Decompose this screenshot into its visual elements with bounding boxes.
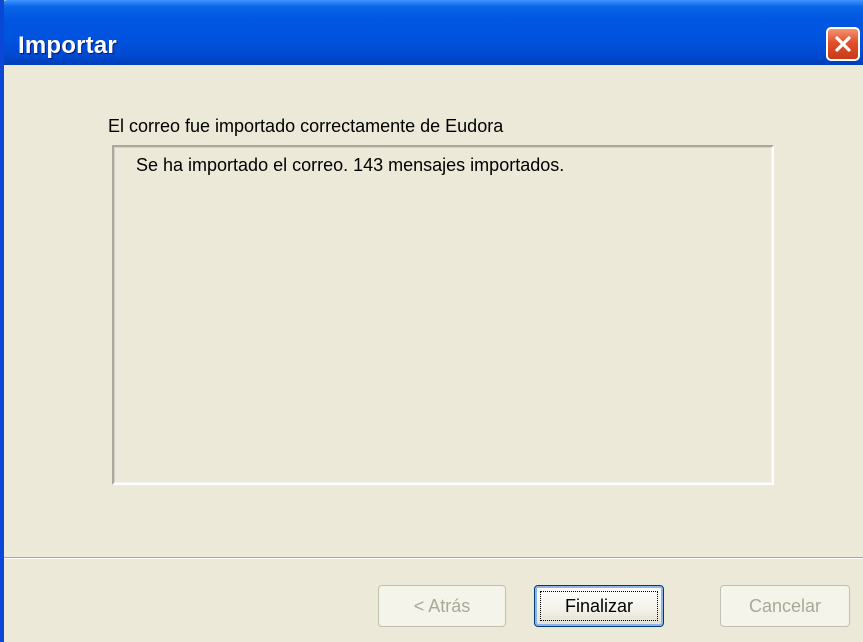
finish-button[interactable]: Finalizar [534, 585, 664, 627]
import-result-text: Se ha importado el correo. 143 mensajes … [136, 155, 565, 175]
window-title: Importar [18, 32, 117, 59]
title-bar[interactable]: Importar [4, 0, 863, 65]
button-separator [4, 557, 863, 559]
import-dialog: Importar El correo fue importado correct… [0, 0, 863, 642]
cancel-button[interactable]: Cancelar [720, 585, 850, 627]
dialog-content: El correo fue importado correctamente de… [4, 65, 863, 642]
finish-button-label: Finalizar [564, 595, 634, 616]
import-status-label: El correo fue importado correctamente de… [108, 116, 504, 136]
panel-inner-border [114, 147, 772, 483]
close-icon [835, 36, 851, 52]
back-button[interactable]: < Atrás [378, 585, 506, 627]
import-result-panel: Se ha importado el correo. 143 mensajes … [112, 145, 774, 485]
close-button[interactable] [826, 27, 860, 61]
